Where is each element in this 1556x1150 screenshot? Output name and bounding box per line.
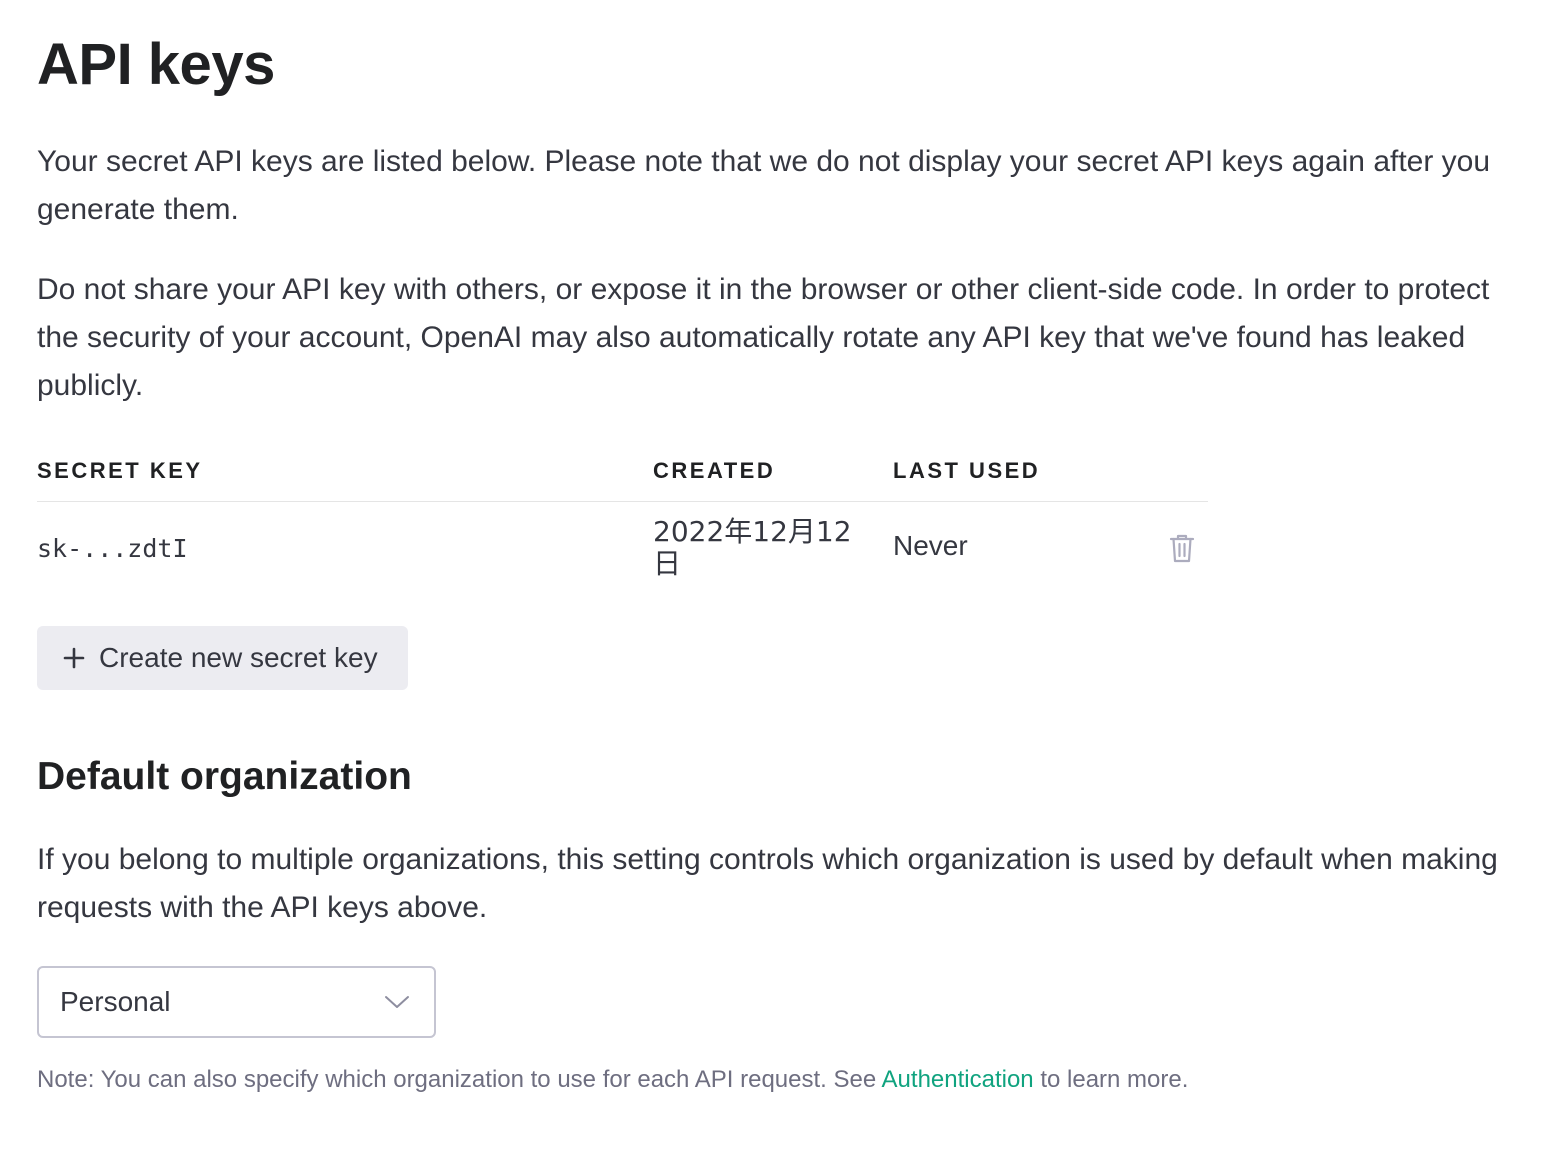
- page-title: API keys: [37, 32, 275, 97]
- last-used-value: Never: [893, 530, 968, 561]
- default-organization-description: If you belong to multiple organizations,…: [37, 843, 1498, 924]
- organization-select[interactable]: Personal: [37, 966, 436, 1038]
- intro-paragraph-1: Your secret API keys are listed below. P…: [37, 145, 1491, 226]
- secret-key-value: sk-...zdtI: [37, 534, 188, 563]
- chevron-down-icon: [385, 996, 409, 1008]
- column-header-last-used: LAST USED: [893, 458, 1041, 483]
- create-button-label: Create new secret key: [99, 642, 378, 673]
- organization-note: Note: You can also specify which organiz…: [37, 1066, 1188, 1094]
- authentication-link[interactable]: Authentication: [882, 1066, 1034, 1093]
- column-header-created: CREATED: [653, 458, 776, 483]
- delete-key-button[interactable]: [1168, 532, 1196, 564]
- intro-paragraph-2: Do not share your API key with others, o…: [37, 273, 1490, 402]
- plus-icon: [63, 647, 85, 669]
- created-date: 2022年12月12日: [653, 515, 852, 580]
- column-header-secret-key: SECRET KEY: [37, 458, 203, 483]
- table-row: sk-...zdtI 2022年12月12日 Never: [37, 502, 1208, 598]
- default-organization-title: Default organization: [37, 755, 412, 798]
- organization-select-value: Personal: [60, 986, 171, 1017]
- create-new-secret-key-button[interactable]: Create new secret key: [37, 626, 408, 690]
- trash-icon: [1169, 534, 1195, 563]
- table-header: SECRET KEY CREATED LAST USED: [37, 452, 1208, 502]
- api-keys-table: SECRET KEY CREATED LAST USED sk-...zdtI …: [37, 452, 1208, 598]
- note-prefix: Note: You can also specify which organiz…: [37, 1066, 882, 1093]
- note-suffix: to learn more.: [1033, 1066, 1189, 1093]
